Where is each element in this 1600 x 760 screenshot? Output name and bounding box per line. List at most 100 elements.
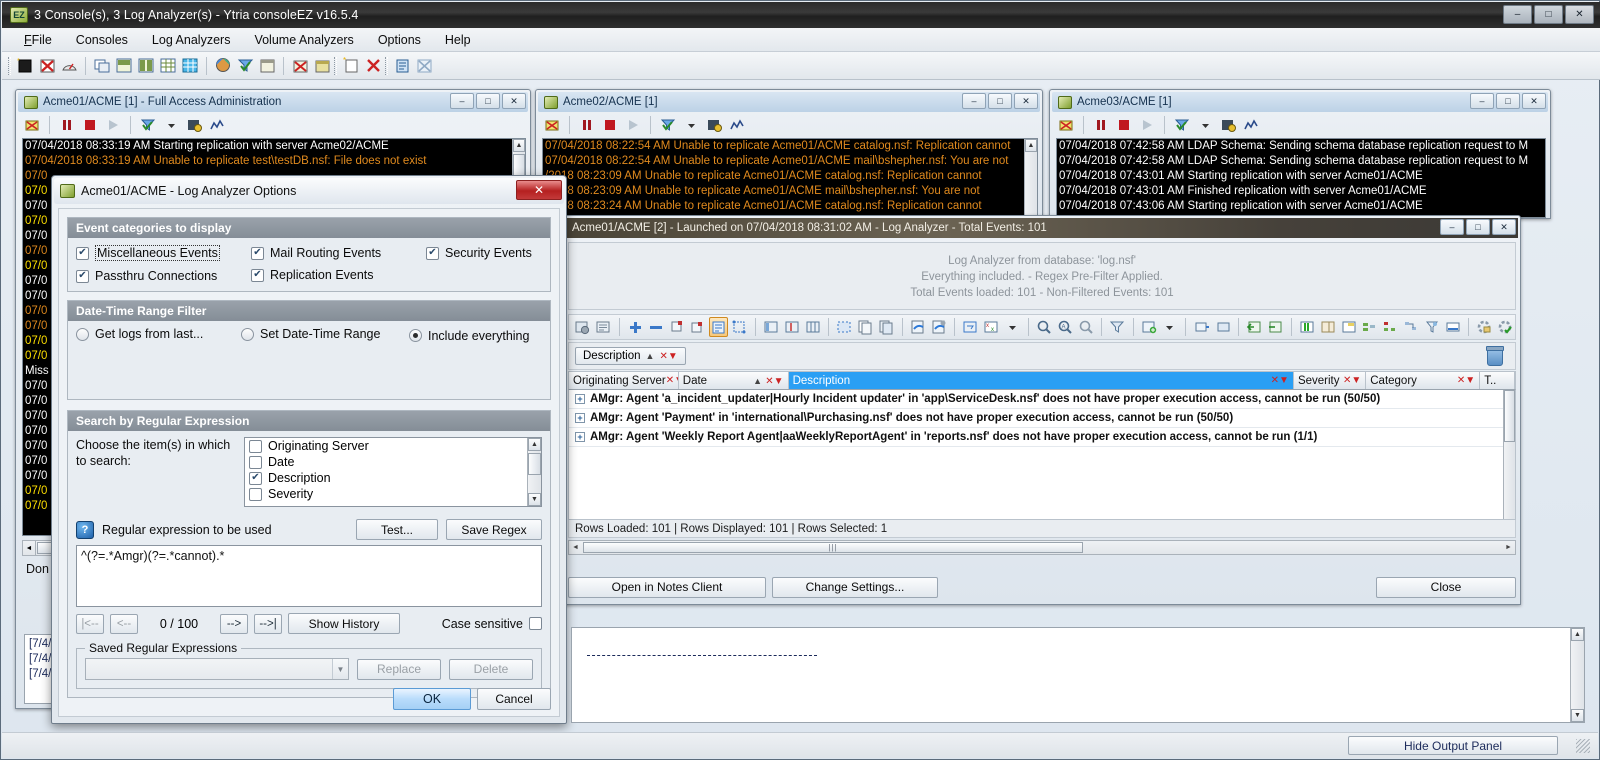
filter-off-icon[interactable]: ✕▼ bbox=[666, 375, 678, 386]
listitem-description[interactable]: Description bbox=[245, 470, 541, 486]
table-row[interactable]: + AMgr: Agent 'a_incident_updater|Hourly… bbox=[569, 390, 1515, 409]
expand-one-level-icon[interactable] bbox=[667, 317, 686, 337]
dropdown-arrow-icon[interactable] bbox=[1195, 115, 1215, 135]
scroll-left-arrow[interactable]: ◄ bbox=[23, 541, 36, 555]
radio-set-date-time-range[interactable]: Set Date-Time Range bbox=[241, 327, 380, 341]
console-maximize-button[interactable]: □ bbox=[476, 93, 500, 109]
checkbox-security-events[interactable]: Security Events bbox=[426, 246, 532, 260]
group-values-icon[interactable] bbox=[1360, 317, 1379, 337]
radio-circle[interactable] bbox=[241, 327, 254, 341]
chevron-down-icon[interactable]: ▼ bbox=[332, 659, 348, 679]
menu-log-analyzers[interactable]: Log Analyzers bbox=[140, 30, 243, 50]
refresh-data-icon[interactable] bbox=[573, 317, 592, 337]
search-clear-icon[interactable] bbox=[1076, 317, 1095, 337]
find-again-icon[interactable]: A bbox=[1055, 317, 1074, 337]
split-view-icon[interactable] bbox=[782, 317, 801, 337]
expand-row-icon[interactable]: + bbox=[575, 394, 585, 404]
scroll-up-arrow[interactable]: ▲ bbox=[1025, 139, 1037, 152]
settings-save-icon[interactable] bbox=[1475, 317, 1494, 337]
expand-row-icon[interactable]: + bbox=[575, 413, 585, 423]
menu-consoles[interactable]: Consoles bbox=[64, 30, 140, 50]
output-panel-scrollbar[interactable]: ▲ ▼ bbox=[1570, 628, 1584, 722]
gauge-icon[interactable] bbox=[59, 56, 79, 76]
status-bar-icon[interactable] bbox=[1443, 317, 1462, 337]
group-by-panel[interactable]: Description ▲ ✕▼ bbox=[568, 342, 1516, 370]
ok-button[interactable]: OK bbox=[393, 688, 471, 710]
toolbar-grip[interactable] bbox=[8, 56, 11, 75]
stop-icon[interactable] bbox=[1114, 115, 1134, 135]
calendar-delete-icon[interactable] bbox=[290, 56, 310, 76]
checkbox-case-sensitive[interactable]: Case sensitive bbox=[442, 617, 542, 631]
toolbar-grip-3[interactable] bbox=[385, 56, 388, 75]
dropdown-arrow-icon[interactable] bbox=[1161, 317, 1180, 337]
excel-export-icon[interactable]: xx bbox=[982, 317, 1001, 337]
scroll-right-arrow[interactable]: ► bbox=[1502, 541, 1515, 554]
table-row[interactable]: + AMgr: Agent 'Weekly Report Agent|aaWee… bbox=[569, 428, 1515, 447]
listitem-originating-server[interactable]: Originating Server bbox=[245, 438, 541, 454]
column-header-description[interactable]: Description ✕▼ bbox=[788, 372, 1294, 389]
checkbox-box[interactable] bbox=[249, 439, 262, 453]
group-chip-description[interactable]: Description ▲ ✕▼ bbox=[575, 347, 686, 365]
checkbox-box[interactable] bbox=[249, 487, 262, 501]
scroll-up-arrow[interactable]: ▲ bbox=[1571, 628, 1584, 641]
console-maximize-button[interactable]: □ bbox=[988, 93, 1012, 109]
minimize-button[interactable]: – bbox=[1503, 5, 1532, 24]
calendar-save-icon[interactable] bbox=[312, 56, 332, 76]
dropdown-arrow-icon[interactable] bbox=[681, 115, 701, 135]
console-maximize-button[interactable]: □ bbox=[1496, 93, 1520, 109]
console-toolbar-acme01[interactable] bbox=[16, 112, 530, 136]
la-maximize-button[interactable]: □ bbox=[1466, 219, 1490, 235]
regex-first-button[interactable]: |<-- bbox=[76, 613, 104, 634]
log-analyzer-window[interactable]: Acme01/ACME [2] - Launched on 07/04/2018… bbox=[563, 215, 1521, 605]
radio-circle[interactable] bbox=[409, 329, 422, 342]
layout-icon[interactable] bbox=[730, 317, 749, 337]
group-tree-icon[interactable] bbox=[1381, 317, 1400, 337]
filter-view-icon[interactable] bbox=[1422, 317, 1441, 337]
radio-circle[interactable] bbox=[76, 327, 89, 341]
trash-icon[interactable] bbox=[1486, 346, 1504, 366]
scroll-down-arrow[interactable]: ▼ bbox=[528, 493, 541, 506]
checkbox-passthru-connections[interactable]: Passthru Connections bbox=[76, 269, 217, 283]
flow-icon[interactable] bbox=[1402, 317, 1421, 337]
stop-icon[interactable] bbox=[600, 115, 620, 135]
collapse-one-level-icon[interactable] bbox=[688, 317, 707, 337]
window-controls[interactable]: – □ ✕ bbox=[1503, 5, 1594, 24]
listbox-scrollbar[interactable]: ▲ ▼ bbox=[527, 438, 541, 506]
console-output-acme03[interactable]: 07/04/2018 07:42:58 AM LDAP Schema: Send… bbox=[1056, 138, 1546, 218]
radio-get-logs-from-last[interactable]: Get logs from last... bbox=[76, 327, 203, 341]
new-console-icon[interactable]: * bbox=[15, 56, 35, 76]
show-detail-icon[interactable] bbox=[1192, 317, 1211, 337]
pause-icon[interactable] bbox=[1091, 115, 1111, 135]
console-minimize-button[interactable]: – bbox=[1470, 93, 1494, 109]
close-console-icon[interactable] bbox=[37, 56, 57, 76]
expand-all-icon[interactable] bbox=[626, 317, 645, 337]
log-analyzer-toolbar[interactable]: xx A bbox=[568, 314, 1516, 340]
table-row[interactable]: + AMgr: Agent 'Payment' in 'internationa… bbox=[569, 409, 1515, 428]
menu-bar[interactable]: FFile Consoles Log Analyzers Volume Anal… bbox=[2, 28, 1600, 52]
close-analyzer-icon[interactable] bbox=[414, 56, 434, 76]
scroll-up-arrow[interactable]: ▲ bbox=[528, 438, 541, 451]
la-close-button[interactable]: ✕ bbox=[1492, 219, 1516, 235]
sort-ascending-icon[interactable]: ▲ bbox=[646, 351, 655, 361]
filter-off-icon[interactable]: ✕▼ bbox=[1457, 375, 1475, 386]
stats-chart-icon[interactable] bbox=[207, 115, 227, 135]
console-minimize-button[interactable]: – bbox=[450, 93, 474, 109]
open-grid-icon[interactable] bbox=[594, 317, 613, 337]
import-icon[interactable] bbox=[1245, 317, 1264, 337]
column-header-type[interactable]: T.. bbox=[1480, 372, 1515, 389]
play-icon[interactable] bbox=[103, 115, 123, 135]
expand-row-icon[interactable]: + bbox=[575, 432, 585, 442]
search-items-listbox[interactable]: Originating Server Date Description bbox=[244, 437, 542, 507]
listitem-date[interactable]: Date bbox=[245, 454, 541, 470]
stats-chart-icon[interactable] bbox=[1241, 115, 1261, 135]
filter-off-icon[interactable]: ✕▼ bbox=[765, 376, 783, 387]
regex-prev-button[interactable]: <-- bbox=[110, 613, 138, 634]
log-analyzer-options-dialog[interactable]: Acme01/ACME - Log Analyzer Options ✕ Eve… bbox=[51, 175, 567, 724]
test-regex-button[interactable]: Test... bbox=[356, 519, 438, 540]
main-toolbar[interactable]: * * bbox=[2, 52, 1600, 80]
column-header-severity[interactable]: Severity ✕▼ bbox=[1293, 372, 1367, 389]
stats-chart-icon[interactable] bbox=[727, 115, 747, 135]
column-header-category[interactable]: Category ✕▼ bbox=[1366, 372, 1481, 389]
hide-output-panel-button[interactable]: Hide Output Panel bbox=[1348, 736, 1558, 755]
clear-console-icon[interactable] bbox=[1056, 115, 1076, 135]
